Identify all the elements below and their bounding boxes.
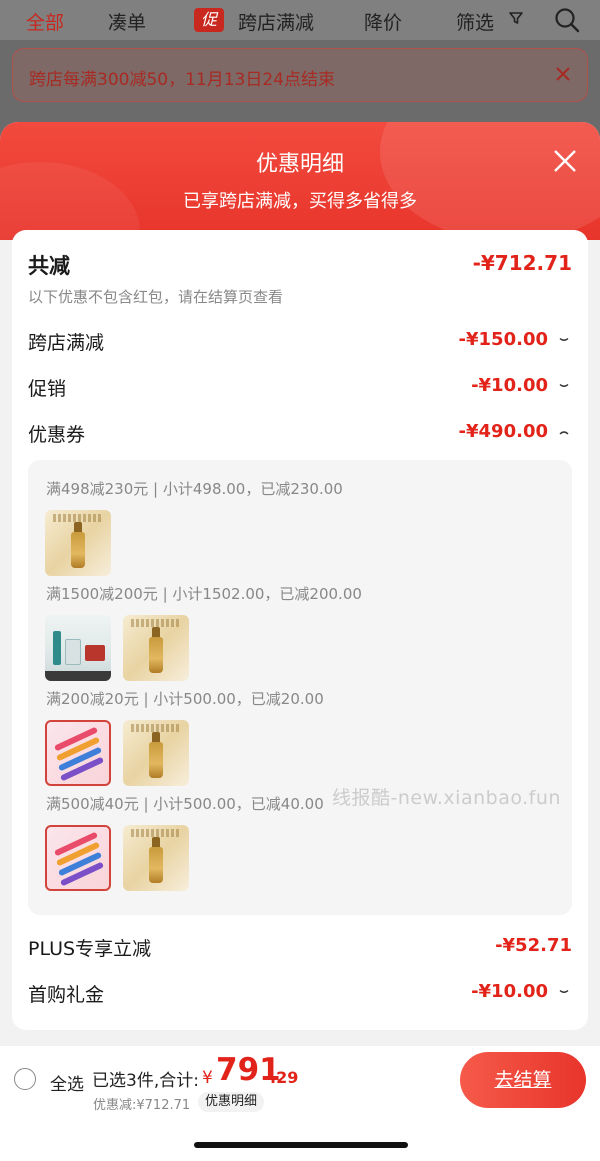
coupon-group-text: 满200减20元 | 小计500.00，已减20.00 <box>46 690 324 708</box>
sheet-title: 优惠明细 <box>255 152 344 177</box>
discount-row-promotion[interactable]: 促销 -¥10.00 <box>28 374 572 404</box>
tab-bundle[interactable]: 凑单 <box>108 8 146 35</box>
tab-filter[interactable]: 筛选 <box>456 8 494 35</box>
coupon-group-text: 满500减40元 | 小计500.00，已减40.00 <box>46 795 324 813</box>
checkout-bar: 全选 已选3件,合计: ¥ 791 .29 优惠减:¥712.71 优惠明细 去… <box>0 1046 600 1161</box>
product-thumbnail-serum[interactable] <box>123 615 189 681</box>
chevron-down-icon <box>559 337 569 341</box>
discount-detail-button[interactable]: 优惠明细 <box>198 1092 265 1112</box>
total-discount-amount: -¥712.71 <box>472 251 572 275</box>
chevron-down-icon <box>559 383 569 387</box>
discount-detail-sheet: 优惠明细 已享跨店满减，买得多省得多 共减 -¥712.71 以下优惠不包含红包… <box>0 122 600 1161</box>
discount-card: 共减 -¥712.71 以下优惠不包含红包，请在结算页查看 跨店满减 -¥150… <box>12 230 588 1030</box>
discount-amount: -¥10.00 <box>471 981 548 1002</box>
close-icon[interactable] <box>552 148 578 174</box>
discount-amount: -¥490.00 <box>458 421 548 442</box>
search-icon[interactable] <box>554 7 580 33</box>
product-thumbnail-serum[interactable] <box>123 720 189 786</box>
watermark: 线报酷-new.xianbao.fun <box>332 787 561 809</box>
discount-row-coupon[interactable]: 优惠券 -¥490.00 <box>28 420 572 450</box>
home-indicator[interactable] <box>194 1142 408 1148</box>
product-thumbnail-pens[interactable] <box>45 825 111 891</box>
close-notice-icon[interactable] <box>553 64 573 84</box>
discount-amount: -¥10.00 <box>471 375 548 396</box>
sheet-subtitle: 已享跨店满减，买得多省得多 <box>183 191 417 212</box>
tab-price-drop[interactable]: 降价 <box>364 8 402 35</box>
discount-amount: -¥52.71 <box>495 935 572 956</box>
product-thumbnail-serum[interactable] <box>123 825 189 891</box>
discount-label: 跨店满减 <box>28 332 105 354</box>
select-all-label[interactable]: 全选 <box>50 1070 84 1095</box>
discount-hint: 以下优惠不包含红包，请在结算页查看 <box>28 288 284 306</box>
tab-all[interactable]: 全部 <box>26 8 64 35</box>
coupon-group-text: 满498减230元 | 小计498.00，已减230.00 <box>46 480 343 498</box>
discount-label: 首购礼金 <box>28 984 105 1006</box>
product-thumbnail-pens[interactable] <box>45 720 111 786</box>
coupon-detail-box: 满498减230元 | 小计498.00，已减230.00 满1500减200元… <box>28 460 572 915</box>
total-price-decimal: .29 <box>270 1068 299 1087</box>
total-discount-label: 共减 <box>28 254 70 278</box>
discount-label: 促销 <box>28 378 67 400</box>
total-discount-row: 共减 -¥712.71 <box>28 250 572 280</box>
select-all-radio[interactable] <box>14 1068 36 1090</box>
promo-notice: 跨店每满300减50，11月13日24点结束 <box>12 48 588 102</box>
promo-badge: 促 <box>194 8 224 32</box>
header-decoration <box>380 122 600 242</box>
checkout-button[interactable]: 去结算 <box>460 1052 586 1108</box>
selected-count: 已选3件,合计: <box>92 1071 199 1091</box>
discount-label: PLUS专享立减 <box>28 938 152 960</box>
coupon-group-text: 满1500减200元 | 小计1502.00，已减200.00 <box>46 585 362 603</box>
product-thumbnail-serum[interactable] <box>45 510 111 576</box>
product-thumbnail-skincare-set[interactable] <box>45 615 111 681</box>
saved-amount: 优惠减:¥712.71 <box>93 1098 191 1113</box>
sheet-header: 优惠明细 已享跨店满减，买得多省得多 <box>0 122 600 302</box>
discount-row-plus: PLUS专享立减 -¥52.71 <box>28 934 572 964</box>
discount-label: 优惠券 <box>28 424 86 446</box>
currency-symbol: ¥ <box>202 1068 213 1088</box>
filter-icon[interactable] <box>508 10 524 26</box>
top-filter-bar: 全部 凑单 促 跨店满减 降价 筛选 <box>0 0 600 40</box>
chevron-down-icon <box>559 989 569 993</box>
discount-row-cross-store[interactable]: 跨店满减 -¥150.00 <box>28 328 572 358</box>
tab-cross-store[interactable]: 跨店满减 <box>238 8 314 35</box>
discount-amount: -¥150.00 <box>458 329 548 350</box>
discount-row-first-purchase[interactable]: 首购礼金 -¥10.00 <box>28 980 572 1010</box>
promo-notice-text: 跨店每满300减50，11月13日24点结束 <box>29 70 335 90</box>
chevron-up-icon <box>559 431 569 435</box>
